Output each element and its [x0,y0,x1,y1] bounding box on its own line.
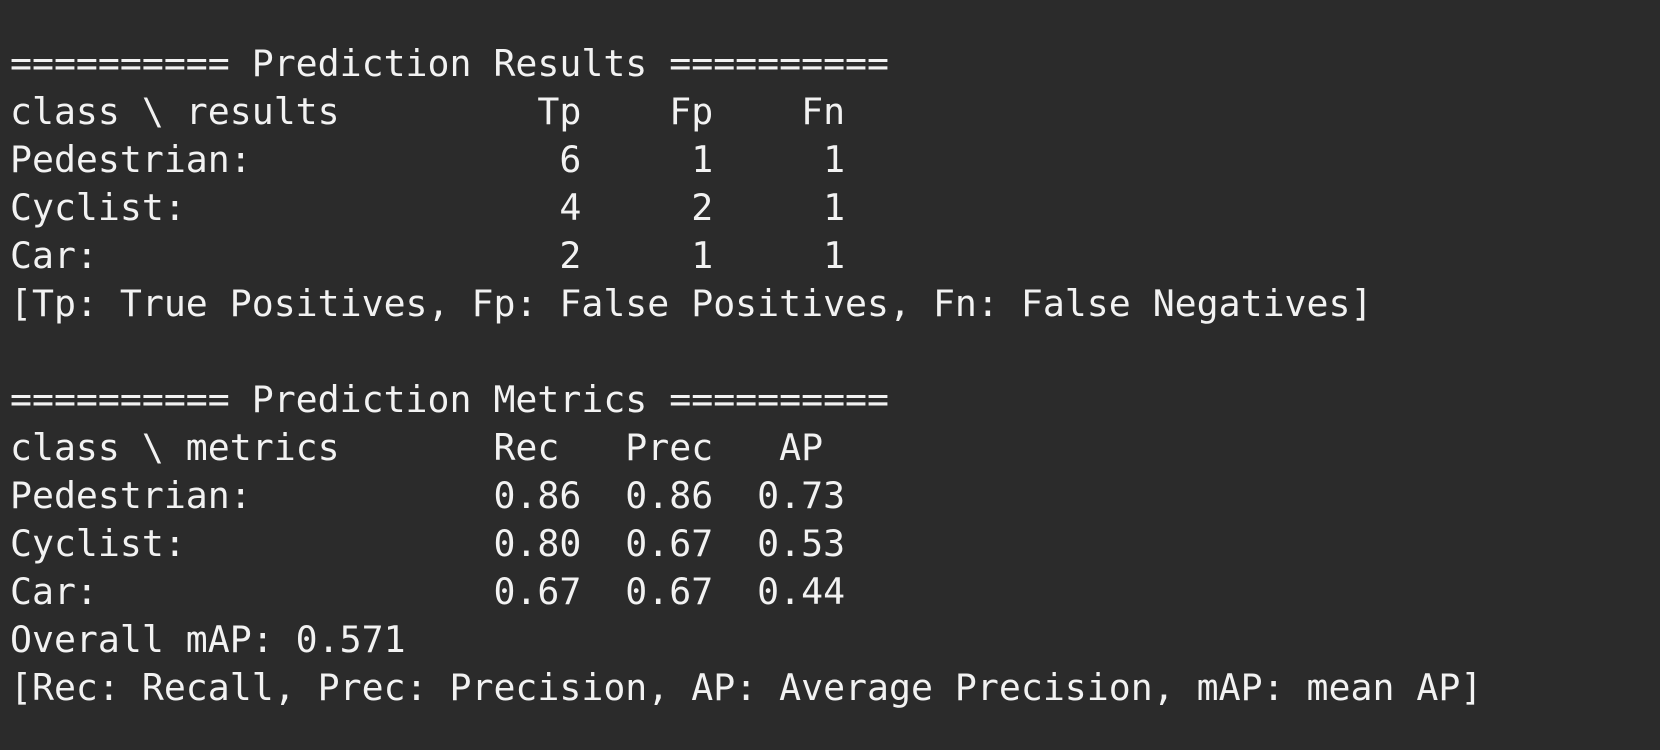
metrics-row-pedestrian: Pedestrian: 0.86 0.86 0.73 [10,474,846,517]
overall-map: Overall mAP: 0.571 [10,618,406,661]
results-row-pedestrian: Pedestrian: 6 1 1 [10,138,846,181]
terminal-output[interactable]: ========== Prediction Results ==========… [0,0,1660,750]
metrics-legend: [Rec: Recall, Prec: Precision, AP: Avera… [10,666,1483,709]
metrics-row-car: Car: 0.67 0.67 0.44 [10,570,846,613]
results-legend: [Tp: True Positives, Fp: False Positives… [10,282,1373,325]
metrics-row-cyclist: Cyclist: 0.80 0.67 0.53 [10,522,846,565]
results-header: ========== Prediction Results ========== [10,42,889,85]
results-row-cyclist: Cyclist: 4 2 1 [10,186,846,229]
metrics-header: ========== Prediction Metrics ========== [10,378,889,421]
results-row-car: Car: 2 1 1 [10,234,846,277]
metrics-column-header: class \ metrics Rec Prec AP [10,426,824,469]
results-column-header: class \ results Tp Fp Fn [10,90,846,133]
